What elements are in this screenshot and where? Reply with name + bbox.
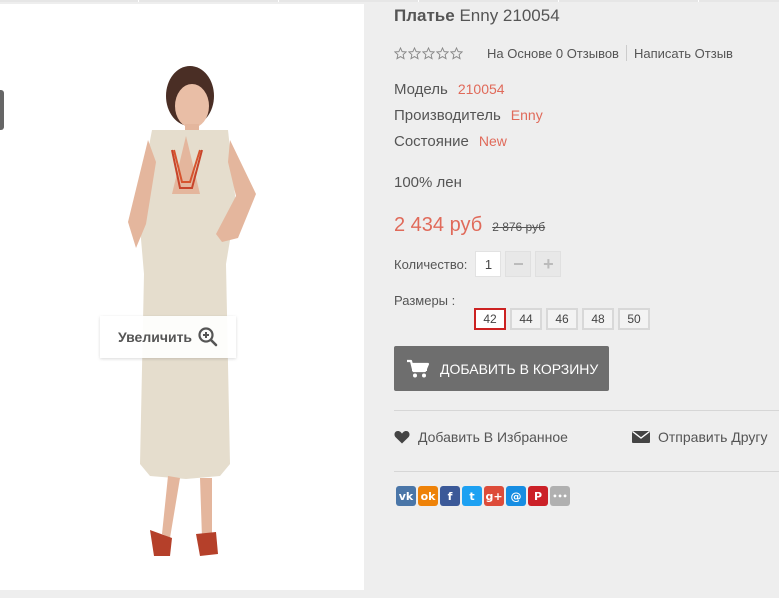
size-option-44[interactable]: 44 [510,308,542,330]
envelope-icon [632,430,650,444]
google-plus-icon[interactable]: g+ [484,486,504,506]
quantity-input[interactable]: 1 [475,251,502,277]
add-to-cart-label: ДОБАВИТЬ В КОРЗИНУ [440,360,599,377]
quantity-label: Количество: [394,256,468,272]
price-row: 2 434 руб 2 876 руб [394,214,545,237]
size-option-46[interactable]: 46 [546,308,578,330]
sizes-label: Размеры : [394,293,456,308]
quantity-increment-button[interactable]: + [535,251,562,277]
product-image-panel[interactable]: Увеличить [0,4,364,590]
spec-value: New [478,133,507,149]
zoom-label: Увеличить [117,329,193,345]
star-icon [436,46,449,60]
size-option-50[interactable]: 50 [618,308,650,330]
spec-label: Производитель [394,107,501,124]
price-old: 2 876 руб [492,220,546,234]
quantity-row: Количество: 1 − + [394,251,562,277]
send-to-friend-link[interactable]: Отправить Другу [632,429,768,445]
spec-label: Модель [394,81,448,98]
product-title-rest: Enny 210054 [459,6,560,25]
product-description: 100% лен [394,174,462,191]
quantity-decrement-button[interactable]: − [505,251,532,277]
mail-icon[interactable]: @ [506,486,526,506]
spec-value: 210054 [457,81,505,97]
product-title-bold: Платье [394,6,455,25]
add-to-wishlist-link[interactable]: Добавить В Избранное [394,429,568,445]
reviews-count-link[interactable]: На Основе 0 Отзывов [487,46,619,61]
facebook-icon[interactable]: f [440,486,460,506]
send-friend-label: Отправить Другу [658,429,768,445]
odnoklassniki-icon[interactable]: ok [418,486,438,506]
divider [394,410,779,411]
spec-manufacturer: Производитель Enny [394,107,543,124]
size-option-48[interactable]: 48 [582,308,614,330]
rating-row: На Основе 0 Отзывов Написать Отзыв [394,44,733,62]
product-photo-dress[interactable] [40,44,300,564]
star-icon [408,46,421,60]
rating-stars [394,46,463,60]
size-option-42[interactable]: 42 [474,308,506,330]
twitter-icon[interactable]: t [462,486,482,506]
vk-icon[interactable]: vk [396,486,416,506]
shopping-cart-icon [406,359,430,379]
wishlist-label: Добавить В Избранное [418,429,568,445]
spec-value-link[interactable]: Enny [511,107,543,123]
social-share-buttons: vk ok f t g+ @ P ••• [396,486,570,506]
zoom-in-icon [198,327,218,347]
rating-divider [625,45,627,61]
divider [394,471,779,472]
more-icon[interactable]: ••• [550,486,570,506]
top-nav-strip [0,0,779,2]
add-to-cart-button[interactable]: ДОБАВИТЬ В КОРЗИНУ [394,346,609,391]
spec-condition: Состояние New [394,133,507,150]
gallery-side-tab[interactable] [0,90,4,130]
star-icon [450,46,463,60]
pinterest-icon[interactable]: P [528,486,548,506]
size-options: 42 44 46 48 50 [474,308,650,330]
star-icon [394,46,407,60]
star-icon [422,46,435,60]
heart-icon [394,430,410,444]
write-review-link[interactable]: Написать Отзыв [634,46,733,61]
zoom-button[interactable]: Увеличить [100,316,236,358]
spec-model: Модель 210054 [394,81,505,98]
price-current: 2 434 руб [394,214,483,236]
product-title: Платье Enny 210054 [394,6,560,26]
spec-label: Состояние [394,133,469,150]
